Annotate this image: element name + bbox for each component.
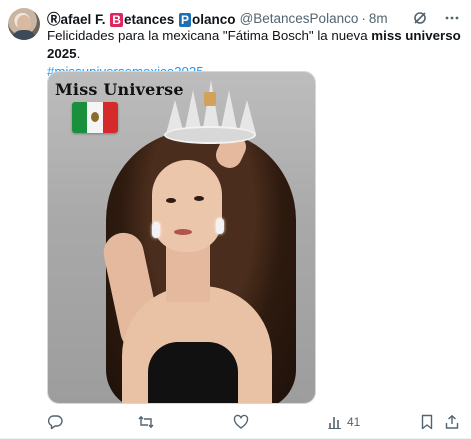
tweet-card[interactable]: Ⓡafael F. Betances Polanco @BetancesPola…: [0, 0, 471, 439]
author-name-b-rest: etances: [123, 12, 175, 27]
views-count: 41: [347, 415, 361, 429]
views-button[interactable]: 41: [327, 414, 360, 430]
author-handle[interactable]: @BetancesPolanco: [240, 11, 359, 26]
portrait-lips: [174, 229, 192, 235]
author-badge-b: B: [110, 13, 123, 27]
portrait-earring-left: [152, 222, 160, 238]
separator-dot: ·: [361, 10, 366, 26]
tweet-timestamp[interactable]: 8m: [369, 11, 388, 26]
avatar[interactable]: [8, 8, 40, 40]
more-icon[interactable]: [443, 9, 461, 27]
author-name-prefix: Ⓡafael F.: [47, 12, 106, 27]
portrait-dress: [148, 342, 238, 403]
retweet-button[interactable]: [137, 414, 159, 430]
heart-icon: [233, 414, 249, 430]
retweet-icon: [137, 414, 155, 430]
portrait-earring-right: [216, 218, 224, 234]
portrait-eye-left: [166, 198, 176, 203]
header-icons: [411, 9, 461, 27]
image-overlay-text: Miss Universe: [55, 80, 184, 99]
views-icon: [327, 414, 343, 430]
tweet-text-after: .: [76, 46, 81, 61]
tweet-media-image[interactable]: Miss Universe: [47, 71, 316, 404]
tweet-actions: 41: [47, 413, 461, 431]
author-name[interactable]: Ⓡafael F. Betances Polanco: [47, 8, 236, 28]
avatar-face: [17, 15, 31, 31]
grok-icon[interactable]: [411, 9, 429, 27]
tweet-text-before: Felicidades para la mexicana "Fátima Bos…: [47, 28, 372, 43]
author-name-p-rest: olanco: [192, 12, 236, 27]
share-icon: [444, 414, 460, 430]
tweet-header: Ⓡafael F. Betances Polanco @BetancesPola…: [47, 9, 461, 27]
portrait-face: [152, 160, 222, 252]
avatar-shirt: [12, 30, 36, 40]
portrait-eye-right: [194, 196, 204, 201]
bookmark-button[interactable]: [420, 414, 434, 430]
reply-icon: [47, 414, 63, 430]
author-badge-p: P: [179, 13, 192, 27]
bookmark-icon: [420, 414, 434, 430]
like-button[interactable]: [233, 414, 253, 430]
mexico-flag-icon: [72, 102, 118, 133]
share-button[interactable]: [444, 414, 460, 430]
reply-button[interactable]: [47, 414, 67, 430]
